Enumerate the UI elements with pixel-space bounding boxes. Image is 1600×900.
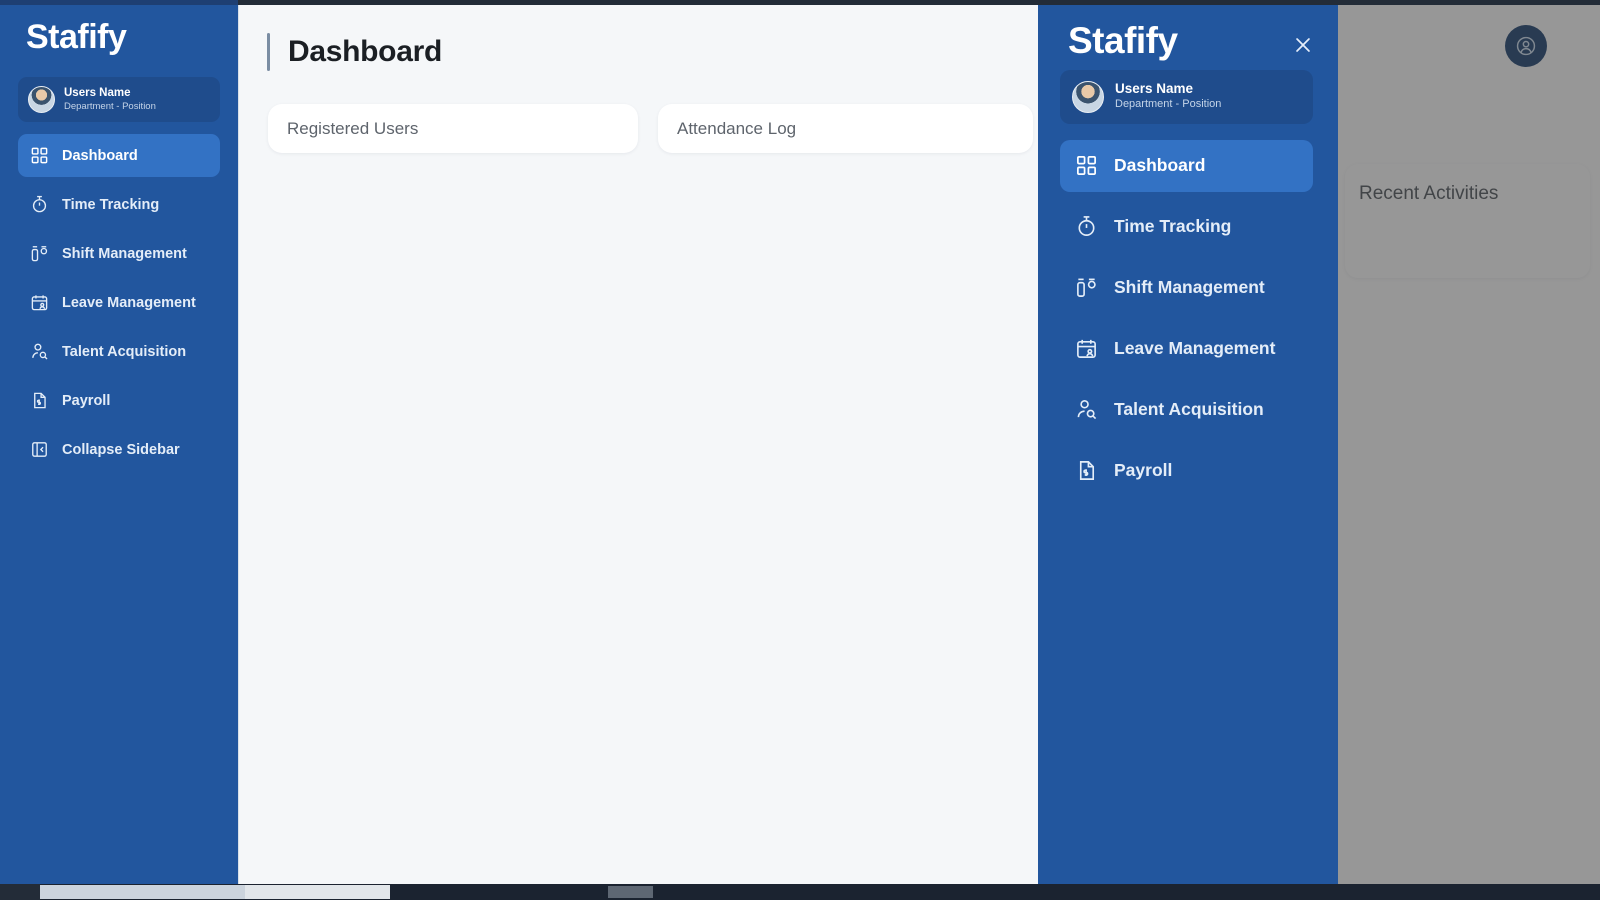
page-title: Dashboard <box>288 35 442 68</box>
drawer-item-dashboard[interactable]: Dashboard <box>1060 139 1313 192</box>
sidebar-item-collapse-sidebar[interactable]: Collapse Sidebar <box>18 428 220 471</box>
app-root: Stafify Users Name Department - Position… <box>0 0 1600 900</box>
scrollbar-thumb-primary[interactable] <box>40 885 245 899</box>
drawer-user-name: Users Name <box>1115 81 1194 97</box>
sidebar-nav: Dashboard Time Tracking Shift Management… <box>0 134 238 471</box>
scrollbar-track-left <box>0 884 40 900</box>
sidebar: Stafify Users Name Department - Position… <box>0 0 238 884</box>
drawer-close-button[interactable] <box>1288 30 1318 60</box>
sidebar-item-talent-acquisition[interactable]: Talent Acquisition <box>18 330 220 373</box>
sidebar-item-shift-management[interactable]: Shift Management <box>18 232 220 275</box>
sidebar-item-leave-management[interactable]: Leave Management <box>18 281 220 324</box>
sidebar-user-card[interactable]: Users Name Department - Position <box>18 77 220 122</box>
stopwatch-icon <box>1075 215 1098 238</box>
drawer-item-shift-management[interactable]: Shift Management <box>1060 262 1313 314</box>
sidebar-item-label: Talent Acquisition <box>62 343 187 360</box>
close-icon <box>1296 38 1310 52</box>
sidebar-brand-logo: Stafify <box>26 18 127 56</box>
user-search-icon <box>30 342 49 361</box>
drawer-user-subtitle: Department - Position <box>1115 98 1222 111</box>
stopwatch-icon <box>30 195 49 214</box>
window-top-edge <box>0 0 1600 5</box>
page-header: Dashboard <box>239 5 1038 71</box>
sidebar-item-payroll[interactable]: Payroll <box>18 379 220 422</box>
drawer-nav: Dashboard Time Tracking Shift Management… <box>1038 139 1338 497</box>
card-label: Attendance Log <box>677 118 797 138</box>
document-dollar-icon <box>1075 459 1098 482</box>
drawer-item-label: Talent Acquisition <box>1114 399 1264 420</box>
main-content: Dashboard Registered Users Attendance Lo… <box>238 5 1038 884</box>
sidebar-item-time-tracking[interactable]: Time Tracking <box>18 183 220 226</box>
card-registered-users[interactable]: Registered Users <box>268 104 638 153</box>
scrollbar-thumb-tertiary[interactable] <box>608 886 653 898</box>
avatar <box>28 86 55 113</box>
scrollbar-thumb-secondary[interactable] <box>245 885 390 899</box>
drawer-user-meta: Users Name Department - Position <box>1115 81 1221 112</box>
window-top-edge-sidebar <box>0 0 238 5</box>
document-dollar-icon <box>30 391 49 410</box>
drawer-item-label: Time Tracking <box>1114 216 1232 237</box>
user-search-icon <box>1075 398 1098 421</box>
sidebar-item-label: Collapse Sidebar <box>62 441 180 458</box>
avatar <box>1072 80 1104 113</box>
sidebar-user-subtitle: Department - Position <box>64 100 156 112</box>
sidebar-item-label: Time Tracking <box>62 196 160 213</box>
drawer-item-payroll[interactable]: Payroll <box>1060 445 1313 497</box>
card-label: Registered Users <box>287 118 419 138</box>
dashboard-cards-row: Registered Users Attendance Log <box>239 71 1038 153</box>
collapse-icon <box>30 440 49 459</box>
drawer-item-label: Shift Management <box>1114 277 1265 298</box>
grid-icon <box>30 146 49 165</box>
sidebar-item-label: Dashboard <box>62 147 138 164</box>
sidebar-item-label: Leave Management <box>62 294 196 311</box>
drawer-item-label: Dashboard <box>1114 155 1206 176</box>
shift-icon <box>30 244 49 263</box>
drawer-item-time-tracking[interactable]: Time Tracking <box>1060 201 1313 253</box>
sidebar-item-label: Shift Management <box>62 245 187 262</box>
navigation-drawer: Stafify Users Name Department - Position <box>1038 5 1338 884</box>
drawer-item-label: Payroll <box>1114 460 1173 481</box>
sidebar-user-meta: Users Name Department - Position <box>64 86 156 112</box>
drawer-brand-logo: Stafify <box>1068 20 1178 61</box>
grid-icon <box>1075 154 1098 177</box>
drawer-item-talent-acquisition[interactable]: Talent Acquisition <box>1060 384 1313 436</box>
calendar-user-icon <box>1075 337 1098 360</box>
shift-icon <box>1075 276 1098 299</box>
drawer-item-label: Leave Management <box>1114 338 1276 359</box>
sidebar-item-dashboard[interactable]: Dashboard <box>18 134 220 177</box>
calendar-user-icon <box>30 293 49 312</box>
drawer-user-card[interactable]: Users Name Department - Position <box>1060 69 1313 124</box>
drawer-item-leave-management[interactable]: Leave Management <box>1060 323 1313 375</box>
drawer-header: Stafify <box>1038 5 1338 62</box>
card-attendance-log[interactable]: Attendance Log <box>658 104 1033 153</box>
sidebar-item-label: Payroll <box>62 392 111 409</box>
sidebar-user-name: Users Name <box>64 87 131 100</box>
horizontal-scrollbar[interactable] <box>0 884 1600 900</box>
title-accent-bar <box>267 33 270 71</box>
